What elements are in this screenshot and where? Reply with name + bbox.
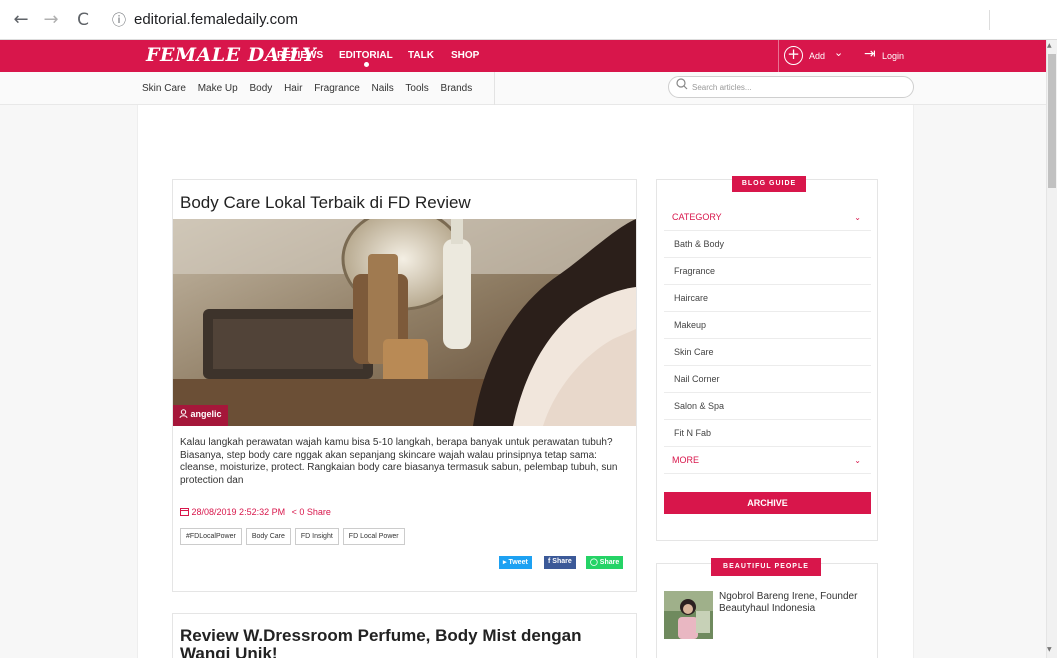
category-dropdown-label: CATEGORY [672,212,722,222]
nav-shop[interactable]: SHOP [451,50,479,61]
sidebar-item-nail-corner[interactable]: Nail Corner [664,366,871,393]
share-icon: < [291,507,297,517]
nav-editorial[interactable]: EDITORIAL [339,50,393,61]
sidebar-item-salon-spa[interactable]: Salon & Spa [664,393,871,420]
login-button[interactable]: Login [882,51,904,61]
add-plus-icon[interactable]: + [784,46,803,65]
category-skin-care[interactable]: Skin Care [142,83,186,94]
tag-body-care[interactable]: Body Care [245,528,291,545]
beautiful-people-badge: BEAUTIFUL PEOPLE [711,558,821,576]
category-brands[interactable]: Brands [441,83,473,94]
twitter-share-label: Tweet [508,559,528,566]
author-name: angelic [190,409,222,419]
right-gutter [914,105,1046,658]
nav-reviews[interactable]: REVIEWS [277,50,323,61]
user-icon [179,409,191,419]
search-placeholder: Search articles... [692,83,752,92]
author-badge[interactable]: angelic [173,405,228,426]
category-hair[interactable]: Hair [284,83,302,94]
login-icon[interactable]: ⇥ [864,46,876,62]
chevron-down-icon: ⌄ [854,213,861,222]
site-header: FEMALE DAILY REVIEWS EDITORIAL TALK SHOP… [0,40,1057,72]
beautiful-people-headline[interactable]: Ngobrol Bareng Irene, Founder Beautyhaul… [719,591,874,615]
facebook-share-label: Share [552,558,572,565]
scroll-up-arrow-icon[interactable]: ▲ [1047,42,1052,49]
sidebar-item-haircare[interactable]: Haircare [664,285,871,312]
tag-fd-local-power[interactable]: FD Local Power [342,528,405,545]
twitter-icon: ▸ [503,559,507,566]
whatsapp-share-button[interactable]: ◯ Share [586,556,624,569]
category-nails[interactable]: Nails [372,83,394,94]
chevron-down-icon: ⌄ [854,456,861,465]
header-divider [778,40,779,72]
article-date: 28/08/2019 2:52:32 PM [191,507,286,517]
category-dropdown[interactable]: CATEGORY ⌄ [664,204,871,231]
sidebar-item-makeup[interactable]: Makeup [664,312,871,339]
article-title[interactable]: Body Care Lokal Terbaik di FD Review [180,193,471,213]
whatsapp-icon: ◯ [590,559,598,566]
left-gutter [0,105,137,658]
scroll-down-arrow-icon[interactable]: ▼ [1047,646,1052,653]
facebook-share-button[interactable]: f Share [544,556,576,569]
nav-talk[interactable]: TALK [408,50,434,61]
article-excerpt: Kalau langkah perawatan wajah kamu bisa … [180,437,618,486]
beautiful-people-thumbnail[interactable] [664,591,713,639]
category-separator [494,72,495,105]
article-title-2[interactable]: Review W.Dressroom Perfume, Body Mist de… [180,627,620,658]
search-icon [676,78,688,94]
chevron-down-icon[interactable]: ⌄ [834,46,843,59]
blog-guide-badge: BLOG GUIDE [732,176,806,192]
tag-fdlocalpower[interactable]: #FDLocalPower [180,528,242,545]
whatsapp-share-label: Share [599,559,620,566]
article-tags: #FDLocalPower Body Care FD Insight FD Lo… [180,528,405,545]
more-dropdown[interactable]: MORE ⌄ [664,447,871,474]
toolbar-divider [989,10,990,30]
address-bar[interactable]: editorial.femaledaily.com [134,11,298,28]
sidebar-item-fit-n-fab[interactable]: Fit N Fab [664,420,871,447]
category-make-up[interactable]: Make Up [198,83,238,94]
tag-fd-insight[interactable]: FD Insight [294,528,339,545]
back-icon[interactable]: ← [10,9,32,31]
facebook-icon: f [548,558,551,565]
calendar-icon [180,507,192,517]
scrollbar-thumb[interactable] [1048,54,1056,188]
archive-button[interactable]: ARCHIVE [664,492,871,514]
active-nav-indicator [364,62,369,67]
category-fragrance[interactable]: Fragrance [314,83,360,94]
twitter-share-button[interactable]: ▸ Tweet [499,556,532,569]
add-button[interactable]: Add [809,51,825,61]
sidebar-item-fragrance[interactable]: Fragrance [664,258,871,285]
category-body[interactable]: Body [249,83,272,94]
article-image[interactable] [173,219,636,426]
sidebar-item-bath-body[interactable]: Bath & Body [664,231,871,258]
article-meta: 28/08/2019 2:52:32 PM < 0 Share [180,507,331,517]
sidebar-item-skin-care[interactable]: Skin Care [664,339,871,366]
more-dropdown-label: MORE [672,455,699,465]
share-count: 0 Share [299,507,331,517]
category-tools[interactable]: Tools [405,83,428,94]
browser-toolbar: ← → C ⓘ editorial.femaledaily.com [0,0,1057,40]
reload-icon[interactable]: C [72,9,94,31]
forward-icon[interactable]: → [40,9,62,31]
category-links: Skin Care Make Up Body Hair Fragrance Na… [142,83,481,94]
site-info-icon[interactable]: ⓘ [112,10,126,30]
